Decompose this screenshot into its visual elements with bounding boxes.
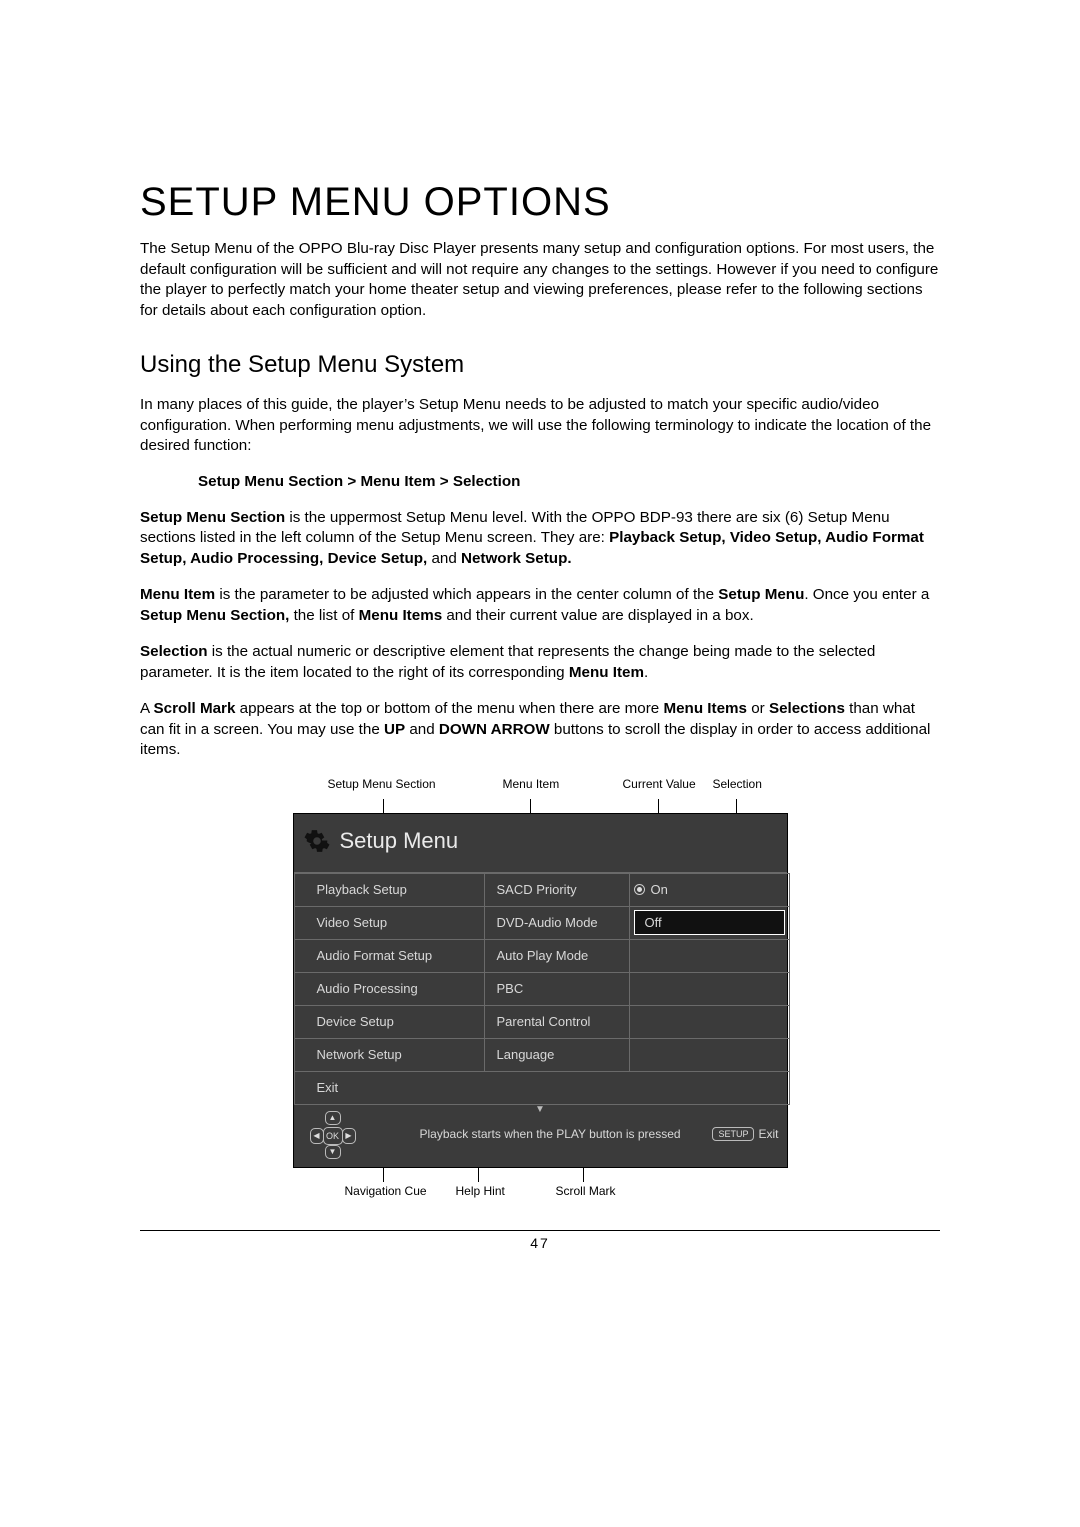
- table-row: Audio ProcessingPBC: [294, 972, 789, 1005]
- document-page: SETUP MENU OPTIONS The Setup Menu of the…: [0, 0, 1080, 1527]
- footer-rule: [140, 1230, 940, 1231]
- table-row: Video SetupDVD-Audio ModeOff: [294, 906, 789, 939]
- figure-top-annotations: Setup Menu Section Menu Item Current Val…: [293, 777, 788, 795]
- annot-value: Current Value: [623, 777, 696, 791]
- menu-value-cell: [629, 939, 789, 972]
- annot-scroll-mark: Scroll Mark: [556, 1184, 616, 1198]
- setup-menu-title: Setup Menu: [340, 828, 459, 854]
- menu-section-cell: Network Setup: [294, 1038, 484, 1071]
- arrow-down-icon: ▼: [325, 1145, 341, 1159]
- menu-section-cell: Audio Format Setup: [294, 939, 484, 972]
- table-row: Audio Format SetupAuto Play Mode: [294, 939, 789, 972]
- table-row: Device SetupParental Control: [294, 1005, 789, 1038]
- selection-highlight: Off: [634, 910, 785, 935]
- paragraph-3: Menu Item is the parameter to be adjuste…: [140, 585, 940, 626]
- menu-item-cell: Auto Play Mode: [484, 939, 629, 972]
- page-title: SETUP MENU OPTIONS: [140, 180, 940, 225]
- menu-item-cell: Parental Control: [484, 1005, 629, 1038]
- menu-section-cell: Playback Setup: [294, 873, 484, 906]
- arrow-up-icon: ▲: [325, 1111, 341, 1125]
- bold-text: Scroll Mark: [154, 700, 236, 717]
- bold-text: Setup Menu Section,: [140, 607, 289, 624]
- navigation-cue-icon: ▲ ▼ ◀ ▶ OK: [310, 1111, 354, 1157]
- bold-text: Network Setup.: [461, 550, 572, 567]
- intro-paragraph: The Setup Menu of the OPPO Blu-ray Disc …: [140, 239, 940, 321]
- paragraph-5: A Scroll Mark appears at the top or bott…: [140, 699, 940, 761]
- menu-item-cell: DVD-Audio Mode: [484, 906, 629, 939]
- menu-item-cell: Language: [484, 1038, 629, 1071]
- menu-item-cell: SACD Priority: [484, 873, 629, 906]
- bold-text: Selections: [769, 700, 845, 717]
- arrow-left-icon: ◀: [310, 1128, 324, 1144]
- radio-on-icon: [634, 884, 645, 895]
- menu-section-cell: Exit: [294, 1071, 789, 1104]
- menu-value-cell: Off: [629, 906, 789, 939]
- scroll-down-icon: ▼: [535, 1104, 545, 1115]
- setup-menu-figure: Setup Menu Section Menu Item Current Val…: [293, 777, 788, 1200]
- page-number: 47: [140, 1235, 940, 1251]
- bold-text: Setup Menu Section: [140, 509, 285, 526]
- table-row: Exit: [294, 1071, 789, 1104]
- bold-text: Selection: [140, 643, 208, 660]
- setup-menu-header: Setup Menu: [294, 814, 787, 873]
- annot-nav-cue: Navigation Cue: [345, 1184, 427, 1198]
- figure-bottom-annotations: Navigation Cue Help Hint Scroll Mark: [293, 1182, 788, 1200]
- setup-menu-screenshot: Setup Menu Playback SetupSACD Priority On…: [293, 813, 788, 1168]
- ok-button-icon: OK: [323, 1127, 343, 1145]
- menu-section-cell: Device Setup: [294, 1005, 484, 1038]
- figure-bottom-ticks: [293, 1168, 788, 1182]
- menu-value-cell: [629, 1038, 789, 1071]
- bold-text: Setup Menu: [718, 586, 804, 603]
- paragraph-2: Setup Menu Section is the uppermost Setu…: [140, 508, 940, 570]
- annot-section: Setup Menu Section: [328, 777, 436, 791]
- menu-item-cell: PBC: [484, 972, 629, 1005]
- bold-text: DOWN ARROW: [439, 721, 550, 738]
- section-heading: Using the Setup Menu System: [140, 351, 940, 379]
- table-row: Network SetupLanguage: [294, 1038, 789, 1071]
- menu-value-cell: [629, 1005, 789, 1038]
- bold-text: Menu Item: [140, 586, 215, 603]
- setup-menu-footer: ▼ ▲ ▼ ◀ ▶ OK Playback starts when the PL…: [294, 1105, 787, 1167]
- paragraph-4: Selection is the actual numeric or descr…: [140, 642, 940, 683]
- menu-value-cell: [629, 972, 789, 1005]
- gear-icon: [304, 828, 330, 854]
- menu-section-cell: Video Setup: [294, 906, 484, 939]
- arrow-right-icon: ▶: [342, 1128, 356, 1144]
- help-hint-text: Playback starts when the PLAY button is …: [364, 1127, 713, 1141]
- figure-top-ticks: [293, 799, 788, 813]
- breadcrumb-example: Setup Menu Section > Menu Item > Selecti…: [198, 473, 940, 490]
- exit-label: Exit: [758, 1127, 778, 1141]
- setup-menu-table: Playback SetupSACD Priority On Video Setup…: [294, 873, 790, 1105]
- bold-text: Menu Items: [663, 700, 747, 717]
- annot-item: Menu Item: [503, 777, 560, 791]
- setup-button-icon: SETUP: [712, 1127, 754, 1141]
- bold-text: UP: [384, 721, 405, 738]
- bold-text: Menu Items: [359, 607, 443, 624]
- menu-section-cell: Audio Processing: [294, 972, 484, 1005]
- annot-selection: Selection: [713, 777, 762, 791]
- bold-text: Menu Item: [569, 664, 644, 681]
- menu-value-cell: On: [629, 873, 789, 906]
- annot-help-hint: Help Hint: [456, 1184, 505, 1198]
- paragraph-1: In many places of this guide, the player…: [140, 395, 940, 457]
- table-row: Playback SetupSACD Priority On: [294, 873, 789, 906]
- current-value-text: On: [651, 882, 668, 897]
